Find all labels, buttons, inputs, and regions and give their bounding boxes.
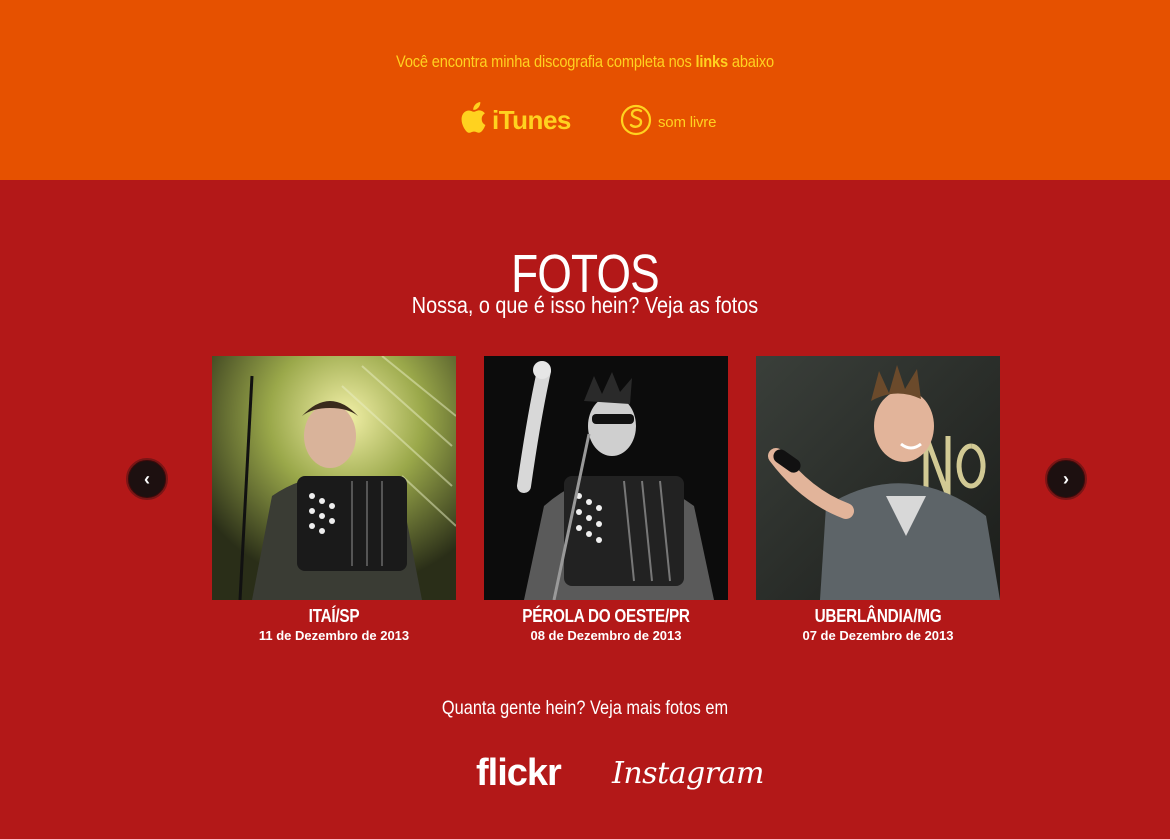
apple-icon bbox=[460, 101, 486, 139]
som-livre-label: som livre bbox=[658, 113, 717, 131]
carousel-next-button[interactable]: › bbox=[1045, 458, 1087, 500]
photo-card[interactable]: PÉROLA DO OESTE/PR 08 de Dezembro de 201… bbox=[484, 356, 728, 643]
card-city: PÉROLA DO OESTE/PR bbox=[522, 606, 690, 626]
discography-text: Você encontra minha discografia completa… bbox=[82, 52, 1088, 72]
som-livre-link[interactable]: som livre bbox=[620, 102, 716, 142]
carousel-prev-button[interactable]: ‹ bbox=[126, 458, 168, 500]
chevron-right-icon: › bbox=[1063, 468, 1069, 489]
photo-perola-do-oeste[interactable] bbox=[484, 356, 728, 600]
photo-itai[interactable] bbox=[212, 356, 456, 600]
discography-text-after: abaixo bbox=[727, 52, 774, 71]
more-photos-text: Quanta gente hein? Veja mais fotos em bbox=[441, 698, 729, 719]
card-date: 11 de Dezembro de 2013 bbox=[258, 628, 410, 643]
discography-text-links: links bbox=[695, 52, 729, 71]
photo-card[interactable]: ITAÍ/SP 11 de Dezembro de 2013 bbox=[212, 356, 456, 643]
flickr-link[interactable]: flickr bbox=[476, 752, 562, 795]
som-livre-icon bbox=[620, 100, 652, 145]
discography-banner: Você encontra minha discografia completa… bbox=[0, 0, 1170, 180]
photo-card[interactable]: UBERLÂNDIA/MG 07 de Dezembro de 2013 bbox=[756, 356, 1000, 643]
itunes-label: iTunes bbox=[492, 104, 571, 135]
card-city: UBERLÂNDIA/MG bbox=[814, 606, 942, 626]
section-subtitle: Nossa, o que é isso hein? Veja as fotos bbox=[411, 292, 759, 318]
chevron-left-icon: ‹ bbox=[144, 468, 150, 489]
card-city: ITAÍ/SP bbox=[308, 606, 360, 626]
itunes-link[interactable]: iTunes bbox=[460, 101, 571, 139]
photo-uberlandia[interactable] bbox=[756, 356, 1000, 600]
discography-text-before: Você encontra minha discografia completa… bbox=[396, 52, 696, 71]
card-date: 08 de Dezembro de 2013 bbox=[530, 628, 682, 643]
card-date: 07 de Dezembro de 2013 bbox=[802, 628, 954, 643]
instagram-link[interactable]: Instagram bbox=[612, 756, 764, 791]
